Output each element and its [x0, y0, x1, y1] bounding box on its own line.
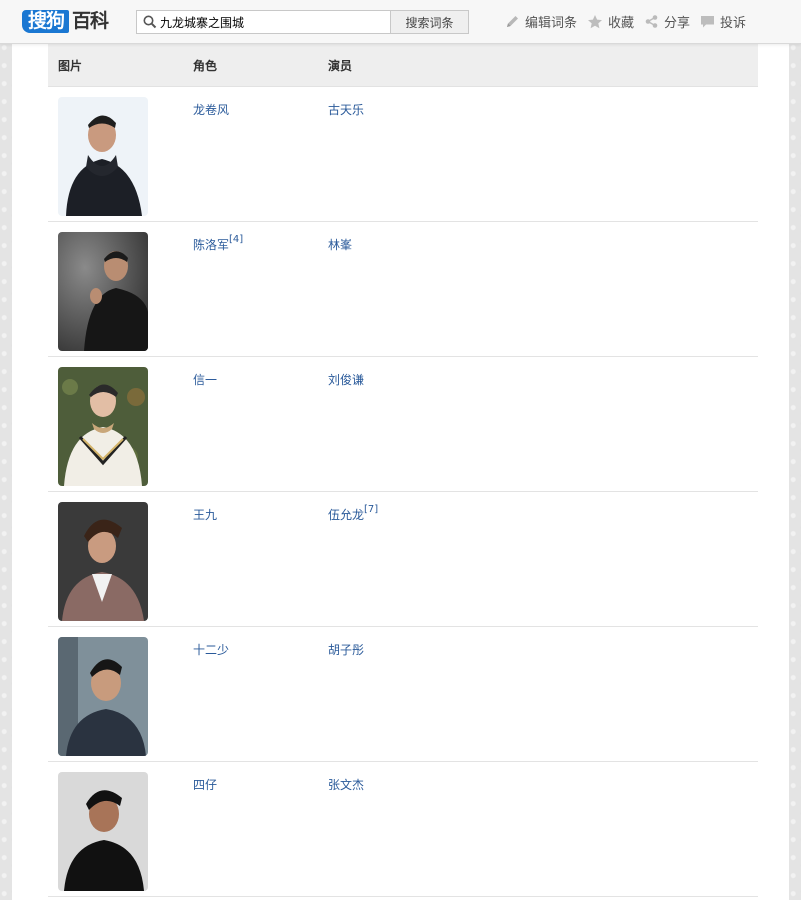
table-row: 十二少 胡子彤 [48, 627, 758, 762]
main-content: 图片 角色 演员 龙卷风 古天乐 陈洛军[4] 林峯 信一 刘俊谦 王九 伍允龙… [12, 44, 789, 900]
column-header-actor: 演员 [328, 59, 353, 73]
search-button[interactable]: 搜索词条 [390, 10, 469, 34]
report-button[interactable]: 投诉 [700, 12, 746, 31]
actor-name[interactable]: 林峯 [328, 236, 352, 253]
cast-table: 图片 角色 演员 龙卷风 古天乐 陈洛军[4] 林峯 信一 刘俊谦 王九 伍允龙… [48, 44, 758, 897]
actor-name[interactable]: 刘俊谦 [328, 371, 364, 388]
logo[interactable]: 搜狗 百科 [22, 9, 109, 34]
actor-photo[interactable] [58, 637, 148, 756]
actor-photo[interactable] [58, 502, 148, 621]
logo-text: 百科 [72, 10, 109, 32]
logo-brand: 搜狗 [22, 10, 70, 33]
actor-name[interactable]: 张文杰 [328, 776, 364, 793]
pencil-icon [507, 16, 518, 27]
role-name[interactable]: 王九 [193, 506, 217, 523]
column-header-role: 角色 [193, 59, 218, 73]
report-label: 投诉 [720, 16, 747, 31]
table-row: 陈洛军[4] 林峯 [48, 222, 758, 357]
actor-photo[interactable] [58, 772, 148, 891]
favorite-button[interactable]: 收藏 [587, 12, 634, 31]
actor-photo[interactable] [58, 367, 148, 486]
table-row: 王九 伍允龙[7] [48, 492, 758, 627]
search-input[interactable] [160, 12, 380, 32]
role-name[interactable]: 陈洛军[4] [193, 234, 243, 253]
table-row: 四仔 张文杰 [48, 762, 758, 897]
star-icon [588, 14, 603, 28]
search-box [136, 10, 391, 34]
top-bar: 搜狗 百科 搜索词条 编辑词条 收藏 [0, 0, 801, 44]
role-name[interactable]: 十二少 [193, 641, 229, 658]
edit-entry-label: 编辑词条 [525, 16, 578, 31]
role-name[interactable]: 四仔 [193, 776, 217, 793]
column-header-photo: 图片 [58, 59, 83, 73]
role-name[interactable]: 信一 [193, 371, 217, 388]
actor-name[interactable]: 胡子彤 [328, 641, 364, 658]
actor-name[interactable]: 古天乐 [328, 101, 364, 118]
page-background-left [0, 44, 12, 900]
page-background-right [789, 44, 801, 900]
citation-ref[interactable]: [7] [364, 504, 378, 515]
comment-icon [701, 16, 715, 28]
search-icon [143, 15, 157, 29]
table-row: 龙卷风 古天乐 [48, 87, 758, 222]
edit-entry-button[interactable]: 编辑词条 [505, 12, 577, 31]
favorite-label: 收藏 [608, 16, 635, 31]
table-header: 图片 角色 演员 [48, 44, 758, 87]
actor-photo[interactable] [58, 232, 148, 351]
actor-name[interactable]: 伍允龙[7] [328, 504, 378, 523]
share-button[interactable]: 分享 [644, 12, 690, 31]
citation-ref[interactable]: [4] [229, 234, 243, 245]
share-label: 分享 [664, 16, 691, 31]
share-icon [645, 15, 658, 28]
table-row: 信一 刘俊谦 [48, 357, 758, 492]
role-name[interactable]: 龙卷风 [193, 101, 229, 118]
actor-photo[interactable] [58, 97, 148, 216]
header-actions: 编辑词条 收藏 分享 投诉 [505, 12, 756, 31]
